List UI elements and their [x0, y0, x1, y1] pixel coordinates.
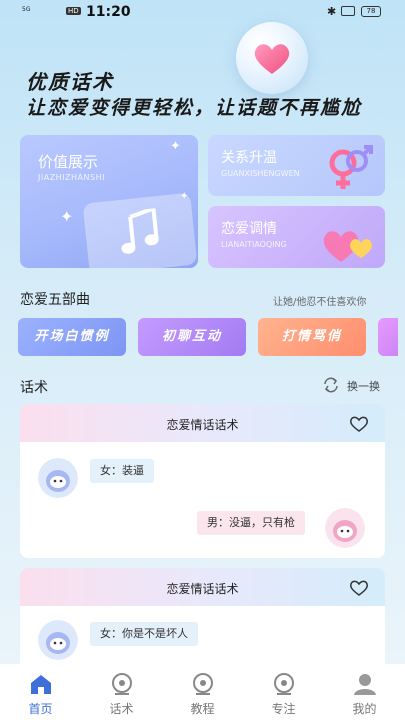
- hearts-icon: [323, 231, 372, 262]
- avatar-female: [38, 620, 78, 660]
- gender-symbols-icon: [329, 145, 373, 189]
- section-tagline: 让她/他忍不住喜欢你: [273, 297, 367, 308]
- status-bar: 5G HD 11:20 ✱ 78: [0, 0, 405, 26]
- status-time: 11:20: [86, 4, 131, 20]
- feature-subtitle: GUANXISHENGWEN: [221, 169, 300, 178]
- heart-icon: [254, 44, 290, 74]
- music-note-icon: [121, 208, 159, 254]
- sparkle-icon: ✦: [170, 139, 181, 154]
- message-male: 男：没逼，只有枪: [197, 511, 305, 535]
- chip-flirting[interactable]: 打情骂俏: [258, 318, 366, 356]
- talk-card-header: 恋爱情话话术: [20, 404, 385, 442]
- chip-first-chat[interactable]: 初聊互动: [138, 318, 246, 356]
- feature-title: 关系升温: [221, 150, 277, 166]
- refresh-icon: [324, 377, 338, 393]
- focus-icon: [274, 673, 294, 695]
- talk-card[interactable]: 恋爱情话话术 女：装逼 男：没逼，只有枪: [20, 404, 385, 558]
- home-icon: [31, 675, 51, 694]
- message-female: 女：装逼: [90, 459, 154, 483]
- chip-opening[interactable]: 开场白惯例: [18, 318, 126, 356]
- sparkle-icon: ✦: [60, 207, 74, 226]
- battery-icon: 78: [361, 6, 381, 17]
- feature-subtitle: LIANAITIAOQING: [221, 240, 287, 249]
- feature-card-flirt[interactable]: 恋爱调情 LIANAITIAOQING: [208, 206, 385, 268]
- heart-bubble-illustration: [236, 22, 308, 94]
- tab-home[interactable]: 首页: [0, 664, 81, 720]
- tab-focus[interactable]: 专注: [243, 664, 324, 720]
- talk-card[interactable]: 恋爱情话话术 女：你是不是坏人: [20, 568, 385, 678]
- tab-talk[interactable]: 话术: [81, 664, 162, 720]
- talk-card-title: 恋爱情话话术: [166, 582, 239, 596]
- refresh-button[interactable]: 换一换: [322, 376, 392, 394]
- course-icon: [193, 673, 213, 695]
- avatar-male: [325, 508, 365, 548]
- chip-more[interactable]: [378, 318, 398, 356]
- tab-label: 我的: [352, 702, 377, 716]
- feature-title: 价值展示: [38, 153, 99, 171]
- favorite-icon[interactable]: [349, 415, 369, 433]
- avatar-female: [38, 458, 78, 498]
- tab-profile[interactable]: 我的: [324, 664, 405, 720]
- hd-badge: HD: [66, 7, 81, 15]
- section-title-five-parts: 恋爱五部曲: [20, 292, 90, 308]
- tab-label: 专注: [271, 702, 296, 716]
- tab-label: 首页: [28, 702, 53, 716]
- hero-subtitle: 让恋爱变得更轻松，让话题不再尴尬: [26, 97, 363, 119]
- music-note-illustration: [82, 192, 198, 268]
- feature-subtitle: JIAZHIZHANSHI: [38, 173, 105, 182]
- bottom-tab-bar: 首页 话术 教程 专注 我的: [0, 664, 405, 720]
- section-title-talk: 话术: [20, 380, 48, 396]
- signal-icon: 5G: [22, 6, 31, 13]
- feature-card-relationship[interactable]: 关系升温 GUANXISHENGWEN: [208, 135, 385, 196]
- chat-icon: [112, 673, 132, 695]
- bluetooth-icon: ✱: [327, 5, 337, 18]
- talk-card-title: 恋爱情话话术: [166, 418, 239, 432]
- tab-label: 话术: [109, 702, 134, 716]
- message-female: 女：你是不是坏人: [90, 622, 198, 646]
- tab-course[interactable]: 教程: [162, 664, 243, 720]
- refresh-label: 换一换: [347, 380, 380, 393]
- feature-card-value[interactable]: 价值展示 JIAZHIZHANSHI ✦ ✦ ✦: [20, 135, 198, 268]
- feature-title: 恋爱调情: [221, 221, 277, 237]
- hero-title: 优质话术: [26, 70, 114, 94]
- profile-icon: [354, 674, 376, 695]
- favorite-icon[interactable]: [349, 579, 369, 597]
- tab-label: 教程: [190, 702, 215, 716]
- talk-card-header: 恋爱情话话术: [20, 568, 385, 606]
- chip-row: 开场白惯例 初聊互动 打情骂俏: [18, 318, 398, 358]
- vibrate-icon: [341, 6, 355, 16]
